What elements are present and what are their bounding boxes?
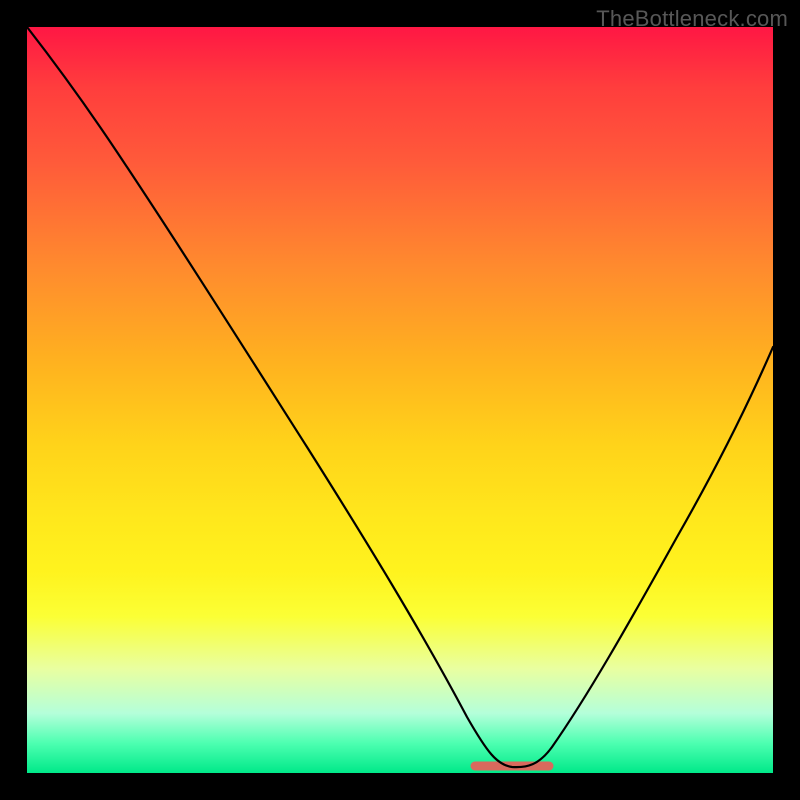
chart-frame: TheBottleneck.com: [0, 0, 800, 800]
curve-path: [27, 27, 773, 767]
watermark-text: TheBottleneck.com: [596, 6, 788, 32]
bottleneck-curve: [27, 27, 773, 773]
plot-area: [27, 27, 773, 773]
